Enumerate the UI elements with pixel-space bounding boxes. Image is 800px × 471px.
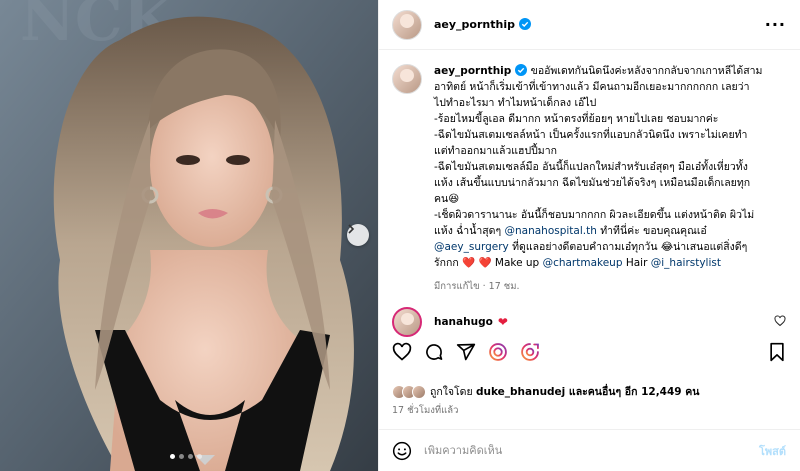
caption-line: แห้ง ฉ่ำน้ำสุดๆ xyxy=(434,225,502,237)
likes-text: ถูกใจโดย duke_bhanudej และคนอื่นๆ อีก 12… xyxy=(430,386,700,398)
edited-time[interactable]: 17 ชม. xyxy=(489,281,520,292)
comment-item: hanahugo ❤ xyxy=(392,307,786,337)
caption-line: ไปทำอะไรมา ทำไมหน้าเด็กลง เอ๊ไป xyxy=(434,97,597,109)
caption-line: -ฉีดไขมันสเตมเซลล์มือ อันนี้ก็แปลกใหม่สำ… xyxy=(434,161,748,173)
share-icon[interactable] xyxy=(456,342,476,362)
verified-badge-icon xyxy=(518,18,531,30)
caption-text-fragment: ทำทีนี่ค่ะ ขอบคุณคุณเอ๋ xyxy=(596,225,707,237)
post-header: aey_pornthip ··· xyxy=(379,0,800,50)
author-username[interactable]: aey_pornthip xyxy=(434,18,531,31)
caption-line: คน😆 xyxy=(434,193,460,205)
mention-makeup-link[interactable]: @chartmakeup xyxy=(543,257,623,269)
edited-label: มีการแก้ไข xyxy=(434,281,480,292)
more-options-icon[interactable]: ··· xyxy=(765,15,786,34)
caption: aey_pornthip ขออัพเดทกันนิดนึงค่ะหลังจาก… xyxy=(392,63,786,295)
liked-by-others-link[interactable]: และคนอื่นๆ อีก 12,449 คน xyxy=(565,386,700,398)
caption-line: อาทิตย์ หน้าก็เริ่มเข้าที่เข้าทางแล้ว มี… xyxy=(434,81,750,93)
carousel-dot xyxy=(197,454,202,459)
caption-text-fragment: ที่ดูแลอย่างดีตอบคำถามเอ๋ทุกวัน 😂น่าเสนอ… xyxy=(508,241,748,253)
caption-line: -ร้อยไหมขี้ลูเอล ดีมากก หน้าตรงที่ย้อยๆ … xyxy=(434,113,719,125)
remix-icon[interactable] xyxy=(520,342,540,362)
caption-username[interactable]: aey_pornthip xyxy=(434,65,511,77)
caption-line: แต่ทำออกมาแล้วแฮปปี้มาก xyxy=(434,145,557,157)
caption-avatar[interactable] xyxy=(392,64,422,94)
commenter-username[interactable]: hanahugo xyxy=(434,316,493,328)
caption-line: แห้ง เส้นขึ้นแบบน่ากลัวมาก ฉีดไขมันช่วยไ… xyxy=(434,177,751,189)
comments-section: aey_pornthip ขออัพเดทกันนิดนึงค่ะหลังจาก… xyxy=(379,51,800,337)
carousel-next-button[interactable] xyxy=(347,224,369,246)
emoji-icon[interactable] xyxy=(392,441,412,461)
comment-input[interactable] xyxy=(424,444,759,457)
mention-hospital-link[interactable]: @nanahospital.th xyxy=(505,225,597,237)
save-icon[interactable] xyxy=(768,342,786,362)
author-avatar[interactable] xyxy=(392,9,422,40)
verified-badge-icon xyxy=(515,64,528,76)
caption-text-fragment: รักกก xyxy=(434,257,463,269)
mention-hair-link[interactable]: @i_hairstylist xyxy=(651,257,721,269)
post-timestamp[interactable]: 17 ชั่วโมงที่แล้ว xyxy=(392,403,458,418)
caption-meta: มีการแก้ไข · 17 ชม. xyxy=(434,281,520,292)
caption-text: aey_pornthip ขออัพเดทกันนิดนึงค่ะหลังจาก… xyxy=(434,63,784,295)
post-comment-button[interactable]: โพสต์ xyxy=(759,442,786,460)
commenter-avatar[interactable] xyxy=(392,307,422,337)
caption-text-fragment: Make up xyxy=(491,257,543,269)
heart-icon[interactable] xyxy=(392,342,412,362)
caption-text-fragment: Hair xyxy=(622,257,651,269)
post-detail-panel: aey_pornthip ··· aey_pornthip ขออัพเดทกั… xyxy=(378,0,800,471)
mention-surgery-link[interactable]: @aey_surgery xyxy=(434,241,509,253)
comment-text: ❤ xyxy=(497,315,508,329)
carousel-dot xyxy=(179,454,184,459)
carousel-dot xyxy=(170,454,175,459)
caption-line: -ฉีดไขมันสเตมเซลล์หน้า เป็นครั้งแรกที่แอ… xyxy=(434,129,748,141)
repost-icon[interactable] xyxy=(488,342,508,362)
likes-summary: ถูกใจโดย duke_bhanudej และคนอื่นๆ อีก 12… xyxy=(392,383,699,400)
next-arrow-icon xyxy=(348,224,355,234)
action-bar xyxy=(392,342,786,362)
portrait-illustration: NCK xyxy=(0,0,378,471)
hearts-emoji: ❤️ ❤️ xyxy=(462,257,492,269)
add-comment-bar: โพสต์ xyxy=(379,429,800,471)
liked-by-username[interactable]: duke_bhanudej xyxy=(476,386,565,398)
caption-line: ขออัพเดทกันนิดนึงค่ะหลังจากกลับจากเกาหลี… xyxy=(530,65,763,77)
carousel-indicator xyxy=(170,454,202,459)
liker-avatar xyxy=(412,384,426,399)
post-photo: NCK xyxy=(0,0,378,471)
carousel-dot xyxy=(188,454,193,459)
comment-icon[interactable] xyxy=(424,342,444,362)
comment-like-heart-icon[interactable] xyxy=(774,314,786,330)
caption-line: -เช็ดผิวดารานานะ อันนี้ก็ชอบมากกกก ผิวละ… xyxy=(434,209,755,221)
